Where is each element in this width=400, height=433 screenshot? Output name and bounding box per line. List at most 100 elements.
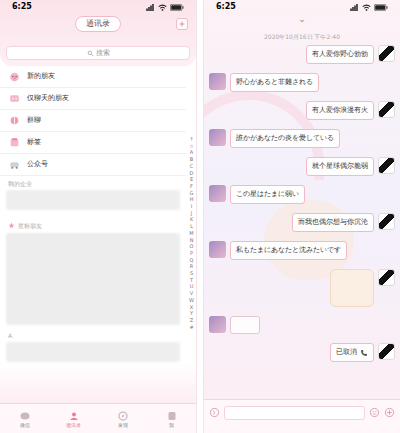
message-row: 野心があると非難される (209, 73, 395, 92)
menu-item[interactable]: 群聊 (0, 110, 186, 132)
index-letter[interactable]: A (190, 149, 193, 156)
index-letter[interactable]: U (190, 283, 194, 290)
add-contact-icon[interactable] (176, 18, 188, 30)
plus-icon[interactable] (384, 407, 395, 418)
avatar[interactable] (378, 157, 395, 174)
alphabet-index[interactable]: ↑☆ABCDEFGHIJKLMNOPQRSTUVWXYZ# (189, 136, 194, 330)
index-letter[interactable]: # (189, 324, 193, 331)
avatar[interactable] (378, 213, 395, 230)
avatar[interactable] (209, 316, 226, 333)
message-bubble[interactable]: 誰かがあなたの炎を愛している (230, 129, 340, 148)
index-letter[interactable]: Q (190, 257, 194, 264)
avatar[interactable] (378, 45, 395, 62)
title-row: 通讯录 (0, 14, 196, 34)
message-bubble[interactable]: 私もたまにあなたと沈みたいです (230, 241, 347, 260)
message-bubble[interactable]: 而我也偶尔想与你沉沦 (292, 213, 374, 232)
tab[interactable]: 我 (152, 410, 192, 428)
index-letter[interactable]: ↑ (189, 136, 193, 143)
message-bubble[interactable]: この星はたまに弱い (230, 185, 305, 204)
index-letter[interactable]: K (190, 216, 193, 223)
menu-item[interactable]: 新的朋友 (0, 66, 186, 88)
index-letter[interactable]: R (190, 263, 193, 270)
voice-icon[interactable] (209, 407, 220, 418)
collapse-icon[interactable]: ⌄ (204, 14, 400, 24)
tab-label: 我 (169, 423, 174, 428)
new-friends-icon (8, 70, 21, 83)
chat-header: 6:25 ⌄2020年10月16日 下午2:40 (204, 0, 400, 45)
index-letter[interactable]: ☆ (189, 143, 193, 150)
timestamp-row: 2020年10月16日 下午2:40 (204, 24, 400, 45)
index-letter[interactable]: W (189, 297, 194, 304)
menu-item[interactable]: 公众号 (0, 154, 186, 176)
input-bar (204, 399, 400, 425)
menu-label: 标签 (27, 139, 41, 146)
tab[interactable]: 发现 (103, 410, 143, 428)
index-letter[interactable]: J (191, 210, 192, 217)
index-letter[interactable]: Y (190, 310, 193, 317)
menu-item[interactable]: 标签 (0, 132, 186, 154)
tab-label: 发现 (118, 423, 128, 428)
index-letter[interactable]: G (190, 190, 194, 197)
search-bar[interactable]: 搜索 (6, 46, 190, 60)
phone-icon (360, 349, 368, 357)
search-wrap: 搜索 (0, 34, 196, 60)
avatar[interactable] (209, 129, 226, 146)
avatar[interactable] (209, 73, 226, 90)
message-row: 誰かがあなたの炎を愛している (209, 129, 395, 148)
message-bubble[interactable]: 野心があると非難される (230, 73, 319, 92)
sticker[interactable] (230, 316, 260, 334)
signal-icon (349, 4, 359, 11)
index-letter[interactable]: I (191, 203, 192, 210)
message-list: 有人爱你野心勃勃野心があると非難される有人爱你浪漫有火誰かがあなたの炎を愛してい… (204, 45, 400, 362)
menu-item[interactable]: 仅聊天的朋友 (0, 88, 186, 110)
message-bubble[interactable]: 就个星球偶尔脆弱 (306, 157, 374, 176)
discover-icon (117, 410, 129, 422)
wifi-icon (362, 4, 371, 11)
index-letter[interactable]: L (190, 223, 193, 230)
index-letter[interactable]: Z (190, 317, 193, 324)
sticker[interactable] (330, 269, 374, 307)
contacts-icon (68, 410, 80, 422)
message-row: 私もたまにあなたと沈みたいです (209, 241, 395, 260)
call-bubble[interactable]: 已取消 (330, 343, 374, 362)
message-bubble[interactable]: 有人爱你浪漫有火 (306, 101, 374, 120)
index-letter[interactable]: T (190, 277, 193, 284)
index-letter[interactable]: B (190, 156, 193, 163)
bear-decoration (264, 200, 354, 280)
contacts-screen: 6:25通讯录搜索新的朋友仅聊天的朋友群聊标签公众号我的企业星标朋友A↑☆ABC… (0, 0, 197, 433)
index-letter[interactable]: E (190, 176, 193, 183)
search-icon (87, 50, 94, 57)
index-letter[interactable]: M (189, 230, 193, 237)
avatar[interactable] (209, 185, 226, 202)
index-letter[interactable]: P (190, 250, 193, 257)
avatar[interactable] (378, 343, 395, 360)
index-letter[interactable]: X (190, 304, 193, 311)
index-letter[interactable]: F (190, 183, 193, 190)
message-input[interactable] (224, 406, 365, 420)
enterprise-header: 我的企业 (0, 176, 186, 190)
index-letter[interactable]: S (190, 270, 193, 277)
index-letter[interactable]: D (190, 170, 194, 177)
avatar[interactable] (209, 241, 226, 258)
wifi-icon (158, 4, 167, 11)
status-bar: 6:25 (204, 0, 400, 14)
avatar[interactable] (378, 269, 395, 286)
index-letter[interactable]: C (190, 163, 194, 170)
index-letter[interactable]: V (190, 290, 193, 297)
index-letter[interactable]: N (190, 237, 194, 244)
signal-icon (145, 4, 155, 11)
status-time: 6:25 (216, 3, 236, 11)
index-letter[interactable]: H (190, 196, 194, 203)
tab[interactable]: 通讯录 (54, 410, 94, 428)
index-letter[interactable]: O (190, 243, 194, 250)
tab[interactable]: 微信 (5, 410, 45, 428)
chat-screen: 6:25 ⌄2020年10月16日 下午2:40有人爱你野心勃勃野心があると非難さ… (203, 0, 400, 433)
status-icons (145, 4, 184, 11)
status-icons (349, 4, 388, 11)
avatar[interactable] (378, 101, 395, 118)
message-bubble[interactable]: 有人爱你野心勃勃 (306, 45, 374, 64)
message-row (209, 269, 395, 307)
blurred-starred-contacts (6, 233, 180, 325)
tab-label: 微信 (20, 423, 30, 428)
emoji-icon[interactable] (369, 407, 380, 418)
